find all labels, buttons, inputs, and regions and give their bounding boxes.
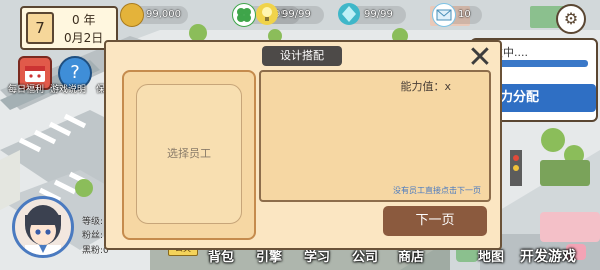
crystal-resource[interactable]: 99/99: [338, 3, 406, 25]
year-label: 0 年: [72, 13, 96, 27]
lightbulb-icon: [256, 3, 278, 25]
game-guide-label[interactable]: 游戏说明: [50, 82, 86, 95]
next-page-button[interactable]: 下一页: [383, 206, 487, 236]
ability-panel: 能力值：x 没有员工直接点击下一页: [259, 70, 491, 202]
mail-value: 10: [458, 9, 471, 20]
mail-icon: [432, 3, 456, 27]
crystal-value: 99/99: [364, 9, 393, 20]
select-staff-button[interactable]: 选择员工: [136, 84, 242, 224]
mail-resource[interactable]: 10: [432, 3, 482, 27]
develop-game-button[interactable]: 开发游戏: [520, 246, 576, 266]
day-counter: 7: [26, 12, 54, 44]
crystal-icon: [338, 3, 360, 25]
daily-welfare-label[interactable]: 每日福利: [8, 82, 44, 95]
design-match-dialog: 设计搭配 ✕ 选择员工 能力值：x 没有员工直接点击下一页 下一页: [104, 40, 502, 250]
ability-value-label: 能力值：x: [400, 80, 451, 93]
player-fans: 粉丝:: [82, 231, 104, 241]
coins-value: 99,000: [146, 9, 181, 20]
allocate-ability-button[interactable]: 力分配: [496, 84, 596, 112]
clover-icon: [232, 3, 256, 27]
development-progress-bar: [492, 60, 588, 67]
idea-value: 99/99: [282, 9, 311, 20]
coins-resource[interactable]: 99,000: [120, 3, 188, 27]
coins-icon: [120, 3, 144, 27]
player-avatar[interactable]: [12, 196, 74, 258]
idea-resource[interactable]: 99/99: [256, 3, 324, 25]
dialog-title: 设计搭配: [262, 46, 342, 66]
close-icon[interactable]: ✕: [464, 43, 496, 73]
staff-slot-card[interactable]: 选择员工: [122, 70, 256, 240]
month-day-label: 0月2日: [64, 31, 104, 45]
settings-gear-icon[interactable]: ⚙: [556, 4, 586, 34]
skip-hint-text: 没有员工直接点击下一页: [393, 186, 481, 195]
player-level: 等级:: [82, 217, 104, 227]
